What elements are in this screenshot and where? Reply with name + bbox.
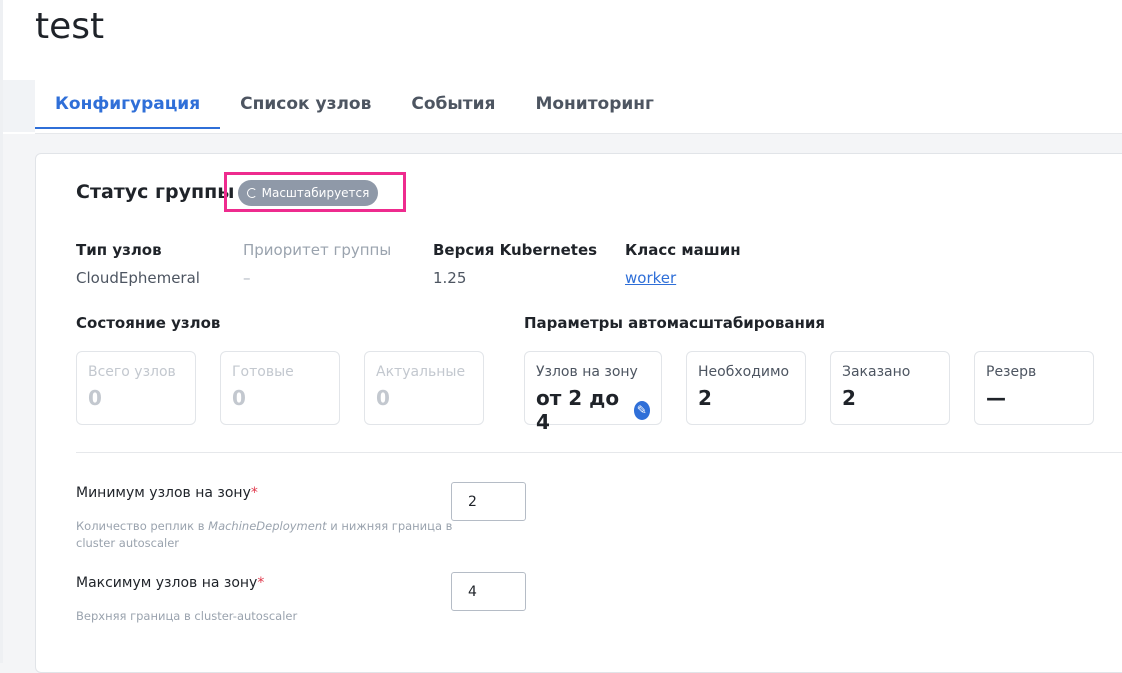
machine-class-link[interactable]: worker: [625, 269, 676, 287]
max-nodes-label: Максимум узлов на зону*: [76, 575, 264, 591]
machine-class-label: Класс машин: [625, 241, 741, 259]
min-nodes-input[interactable]: 2: [451, 482, 526, 521]
max-nodes-input[interactable]: 4: [451, 572, 526, 611]
max-nodes-hint: Верхняя граница в cluster-autoscaler: [76, 609, 298, 623]
tab-monitoring[interactable]: Мониторинг: [515, 84, 674, 128]
tab-bar: Конфигурация Список узлов События Монито…: [35, 84, 674, 129]
stat-reserve: Резерв —: [974, 351, 1094, 425]
tab-node-list[interactable]: Список узлов: [220, 84, 391, 128]
machine-class-link-wrap: worker: [625, 269, 676, 287]
stat-ordered-value: 2: [842, 386, 856, 410]
stat-total-nodes-value: 0: [88, 386, 102, 410]
node-state-title: Состояние узлов: [76, 314, 221, 332]
stat-required-value: 2: [698, 386, 712, 410]
stat-nodes-per-zone: Узлов на зону от 2 до 4 ✎: [524, 351, 662, 434]
stat-ready-label: Готовые: [232, 364, 294, 380]
stat-actual-label: Актуальные: [376, 364, 466, 380]
stat-nodes-per-zone-value-row: от 2 до 4 ✎: [536, 386, 650, 434]
stat-actual-value: 0: [376, 386, 390, 410]
status-title: Статус группы: [76, 181, 235, 203]
stat-total-nodes: Всего узлов 0: [76, 351, 196, 425]
stat-nodes-per-zone-label: Узлов на зону: [536, 364, 638, 380]
highlight-box: [224, 172, 406, 212]
min-nodes-hint-prefix: Количество реплик в: [76, 519, 209, 533]
max-nodes-label-text: Максимум узлов на зону: [76, 575, 258, 591]
node-type-value: CloudEphemeral: [76, 269, 200, 287]
stat-ordered-label: Заказано: [842, 364, 911, 380]
stat-ordered: Заказано 2: [830, 351, 950, 425]
stat-reserve-value: —: [986, 386, 1006, 410]
stat-actual: Актуальные 0: [364, 351, 484, 425]
config-card: Статус группы Масштабируется Тип узлов C…: [35, 153, 1122, 673]
priority-label: Приоритет группы: [243, 241, 392, 259]
k8s-version-value: 1.25: [433, 269, 467, 287]
stat-total-nodes-label: Всего узлов: [88, 364, 176, 380]
page-title: test: [35, 6, 105, 47]
required-mark: *: [257, 575, 265, 591]
tab-divider: [35, 133, 1122, 134]
stat-ready-value: 0: [232, 386, 246, 410]
edit-icon[interactable]: ✎: [633, 400, 650, 420]
left-block: [3, 80, 35, 132]
min-nodes-label: Минимум узлов на зону*: [76, 485, 258, 501]
node-type-label: Тип узлов: [76, 241, 162, 259]
stat-ready: Готовые 0: [220, 351, 340, 425]
priority-value: –: [243, 269, 251, 287]
tab-configuration[interactable]: Конфигурация: [35, 84, 221, 129]
stat-nodes-per-zone-value: от 2 до 4: [536, 386, 620, 434]
min-nodes-hint-em: MachineDeployment: [208, 519, 327, 533]
tab-events[interactable]: События: [391, 84, 515, 128]
stat-reserve-label: Резерв: [986, 364, 1037, 380]
required-mark: *: [250, 485, 258, 501]
min-nodes-hint: Количество реплик в MachineDeployment и …: [76, 518, 456, 552]
min-nodes-label-text: Минимум узлов на зону: [76, 485, 251, 501]
stat-required-label: Необходимо: [698, 364, 790, 380]
k8s-version-label: Версия Kubernetes: [433, 241, 598, 259]
autoscale-title: Параметры автомасштабирования: [524, 314, 825, 332]
section-divider: [76, 452, 1122, 453]
stat-required: Необходимо 2: [686, 351, 806, 425]
